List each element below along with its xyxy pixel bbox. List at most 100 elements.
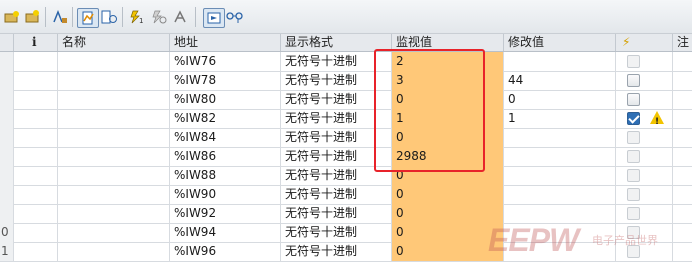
display-format-cell[interactable]: 无符号十进制 <box>281 71 392 90</box>
modify-value-cell[interactable] <box>504 185 616 204</box>
info-cell <box>14 109 58 128</box>
glasses-icon[interactable] <box>225 8 245 26</box>
address-cell[interactable]: %IW90 <box>170 185 281 204</box>
add-row-icon[interactable] <box>22 8 42 26</box>
address-cell[interactable]: %IW92 <box>170 204 281 223</box>
monitor-icon[interactable] <box>77 8 99 28</box>
comment-cell[interactable] <box>673 71 692 90</box>
header-comment[interactable]: 注 <box>673 34 692 51</box>
table-header: i 名称 地址 显示格式 监视值 修改值 ⚡ 注 <box>0 34 692 52</box>
table-row[interactable]: %IW86 无符号十进制 2988 <box>0 147 692 167</box>
table-row[interactable]: %IW84 无符号十进制 0 <box>0 128 692 148</box>
address-cell[interactable]: %IW96 <box>170 242 281 261</box>
header-modify-flag[interactable]: ⚡ <box>616 34 673 51</box>
name-cell[interactable] <box>58 147 170 166</box>
address-cell[interactable]: %IW82 <box>170 109 281 128</box>
display-format-cell[interactable]: 无符号十进制 <box>281 185 392 204</box>
table-row[interactable]: %IW76 无符号十进制 2 <box>0 52 692 72</box>
address-cell[interactable]: %IW88 <box>170 166 281 185</box>
name-cell[interactable] <box>58 90 170 109</box>
table-row[interactable]: %IW78 无符号十进制 3 44 <box>0 71 692 91</box>
display-format-cell[interactable]: 无符号十进制 <box>281 204 392 223</box>
modify-flag-cell <box>616 71 673 90</box>
header-info[interactable]: i <box>14 34 58 51</box>
watermark: EEPW 电子产品世界 <box>488 220 688 260</box>
modify-value-cell[interactable] <box>504 52 616 71</box>
modify-value-cell[interactable] <box>504 147 616 166</box>
name-cell[interactable] <box>58 185 170 204</box>
name-cell[interactable] <box>58 166 170 185</box>
comment-cell[interactable] <box>673 109 692 128</box>
modify-checkbox <box>627 131 640 144</box>
modify-checkbox <box>627 207 640 220</box>
name-cell[interactable] <box>58 128 170 147</box>
table-row[interactable]: %IW80 无符号十进制 0 0 <box>0 90 692 110</box>
info-cell <box>14 185 58 204</box>
name-cell[interactable] <box>58 52 170 71</box>
header-monitor-value[interactable]: 监视值 <box>392 34 504 51</box>
display-format-cell[interactable]: 无符号十进制 <box>281 109 392 128</box>
comment-cell[interactable] <box>673 185 692 204</box>
modify-value-cell[interactable] <box>504 128 616 147</box>
display-format-cell[interactable]: 无符号十进制 <box>281 52 392 71</box>
info-cell <box>14 242 58 261</box>
modify-checkbox[interactable] <box>627 93 640 106</box>
info-cell <box>14 128 58 147</box>
monitor-value-cell: 2988 <box>392 147 504 166</box>
monitor-all-icon[interactable] <box>99 8 119 26</box>
monitor-value-cell: 0 <box>392 90 504 109</box>
name-cell[interactable] <box>58 109 170 128</box>
row-number: 1 <box>0 242 14 261</box>
name-cell[interactable] <box>58 204 170 223</box>
address-cell[interactable]: %IW94 <box>170 223 281 242</box>
display-format-cell[interactable]: 无符号十进制 <box>281 166 392 185</box>
row-number <box>0 128 14 147</box>
row-number <box>0 52 14 71</box>
comment-cell[interactable] <box>673 128 692 147</box>
warning-icon: ! <box>650 111 664 127</box>
modify-value-icon[interactable]: 1 <box>127 8 147 26</box>
table-row[interactable]: %IW90 无符号十进制 0 <box>0 185 692 205</box>
address-cell[interactable]: %IW78 <box>170 71 281 90</box>
info-cell <box>14 223 58 242</box>
comment-cell[interactable] <box>673 166 692 185</box>
header-name[interactable]: 名称 <box>58 34 170 51</box>
name-cell[interactable] <box>58 223 170 242</box>
table-row[interactable]: %IW82 无符号十进制 1 1! <box>0 109 692 129</box>
address-cell[interactable]: %IW84 <box>170 128 281 147</box>
sort-icon[interactable] <box>50 8 70 26</box>
display-format-cell[interactable]: 无符号十进制 <box>281 128 392 147</box>
header-modify-value[interactable]: 修改值 <box>504 34 616 51</box>
modify-all-icon[interactable] <box>149 8 169 26</box>
row-number <box>0 166 14 185</box>
modify-checkbox[interactable] <box>627 112 640 125</box>
monitor-value-cell: 0 <box>392 166 504 185</box>
display-format-cell[interactable]: 无符号十进制 <box>281 90 392 109</box>
display-format-cell[interactable]: 无符号十进制 <box>281 242 392 261</box>
address-cell[interactable]: %IW86 <box>170 147 281 166</box>
comment-cell[interactable] <box>673 90 692 109</box>
modify-value-cell[interactable]: 0 <box>504 90 616 109</box>
name-cell[interactable] <box>58 71 170 90</box>
address-cell[interactable]: %IW76 <box>170 52 281 71</box>
view-toggle-icon[interactable] <box>203 8 225 28</box>
address-cell[interactable]: %IW80 <box>170 90 281 109</box>
name-cell[interactable] <box>58 242 170 261</box>
modify-value-cell[interactable] <box>504 166 616 185</box>
table-row[interactable]: %IW88 无符号十进制 0 <box>0 166 692 186</box>
header-rownum <box>0 34 14 51</box>
modify-value-cell[interactable]: 1 <box>504 109 616 128</box>
comment-cell[interactable] <box>673 147 692 166</box>
comment-cell[interactable] <box>673 52 692 71</box>
modify-checkbox <box>627 188 640 201</box>
insert-row-icon[interactable] <box>2 8 22 26</box>
row-number <box>0 204 14 223</box>
modify-checkbox[interactable] <box>627 74 640 87</box>
display-format-cell[interactable]: 无符号十进制 <box>281 147 392 166</box>
header-address[interactable]: 地址 <box>170 34 281 51</box>
modify-value-cell[interactable]: 44 <box>504 71 616 90</box>
header-display-format[interactable]: 显示格式 <box>281 34 392 51</box>
force-icon[interactable] <box>170 8 190 26</box>
modify-checkbox <box>627 150 640 163</box>
display-format-cell[interactable]: 无符号十进制 <box>281 223 392 242</box>
